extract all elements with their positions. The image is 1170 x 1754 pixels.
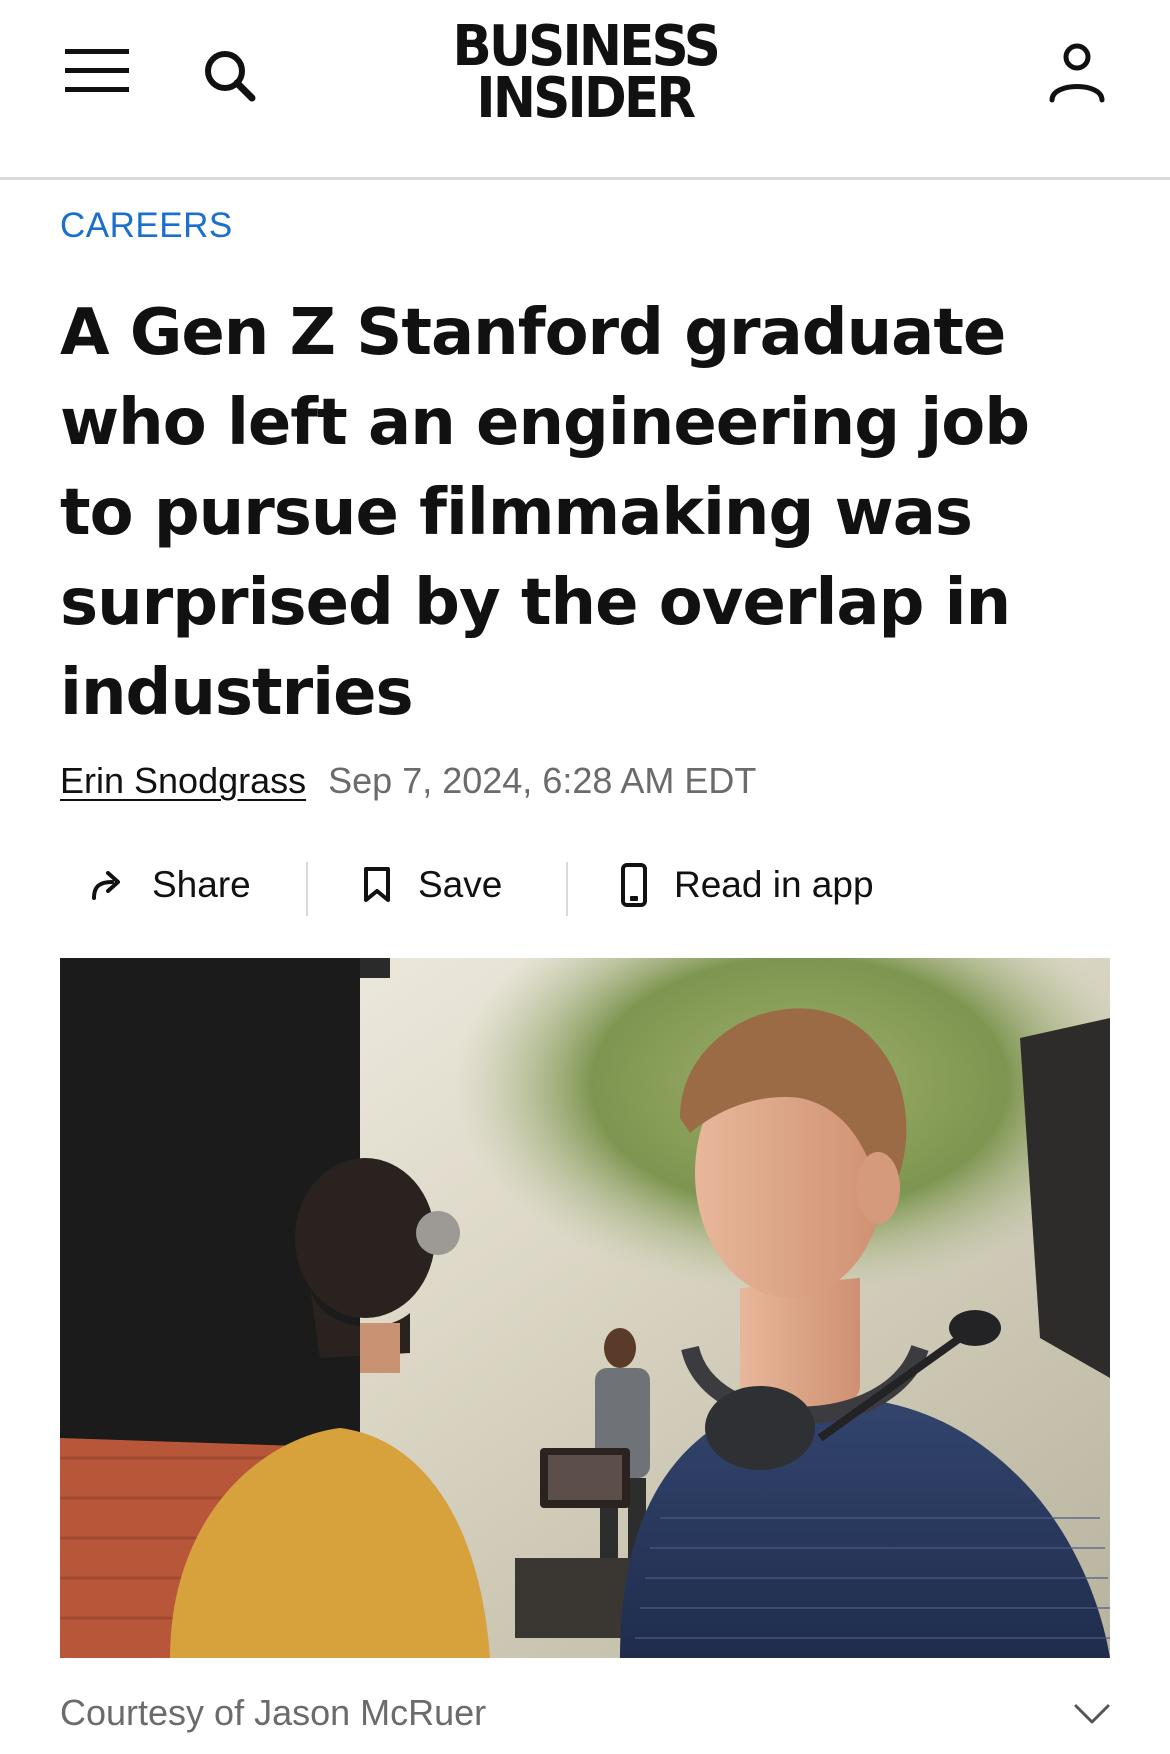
byline: Erin Snodgrass Sep 7, 2024, 6:28 AM EDT — [60, 760, 756, 802]
share-button[interactable]: Share — [90, 850, 251, 920]
action-divider — [306, 862, 308, 916]
hamburger-menu-icon[interactable] — [62, 45, 132, 97]
business-insider-logo[interactable]: BUSINESS INSIDER — [380, 18, 790, 128]
article-photo[interactable] — [60, 958, 1110, 1658]
article-headline: A Gen Z Stanford graduate who left an en… — [60, 296, 1030, 730]
section-label[interactable]: CAREERS — [60, 206, 233, 246]
article-page: BUSINESS INSIDER CAREERS A Gen Z Stanfor… — [0, 0, 1170, 1754]
site-header: BUSINESS INSIDER — [0, 0, 1170, 180]
account-icon[interactable] — [1046, 40, 1108, 108]
chevron-down-icon[interactable] — [1070, 1694, 1114, 1734]
share-arrow-icon — [92, 871, 120, 900]
save-button[interactable]: Save — [362, 850, 502, 920]
save-label: Save — [418, 864, 503, 905]
photo-caption: Courtesy of Jason McRuer — [60, 1692, 487, 1733]
author-link[interactable]: Erin Snodgrass — [60, 760, 306, 801]
read-in-app-button[interactable]: Read in app — [620, 850, 874, 920]
read-in-app-label: Read in app — [674, 864, 874, 905]
search-icon[interactable] — [200, 46, 260, 106]
action-divider — [566, 862, 568, 916]
publish-date: Sep 7, 2024, 6:28 AM EDT — [328, 760, 757, 801]
bookmark-icon — [364, 867, 390, 902]
share-label: Share — [152, 864, 251, 905]
logo-line-2: INSIDER — [476, 66, 697, 131]
phone-icon — [621, 863, 647, 907]
article-actions: Share Save Read in app — [60, 850, 960, 920]
